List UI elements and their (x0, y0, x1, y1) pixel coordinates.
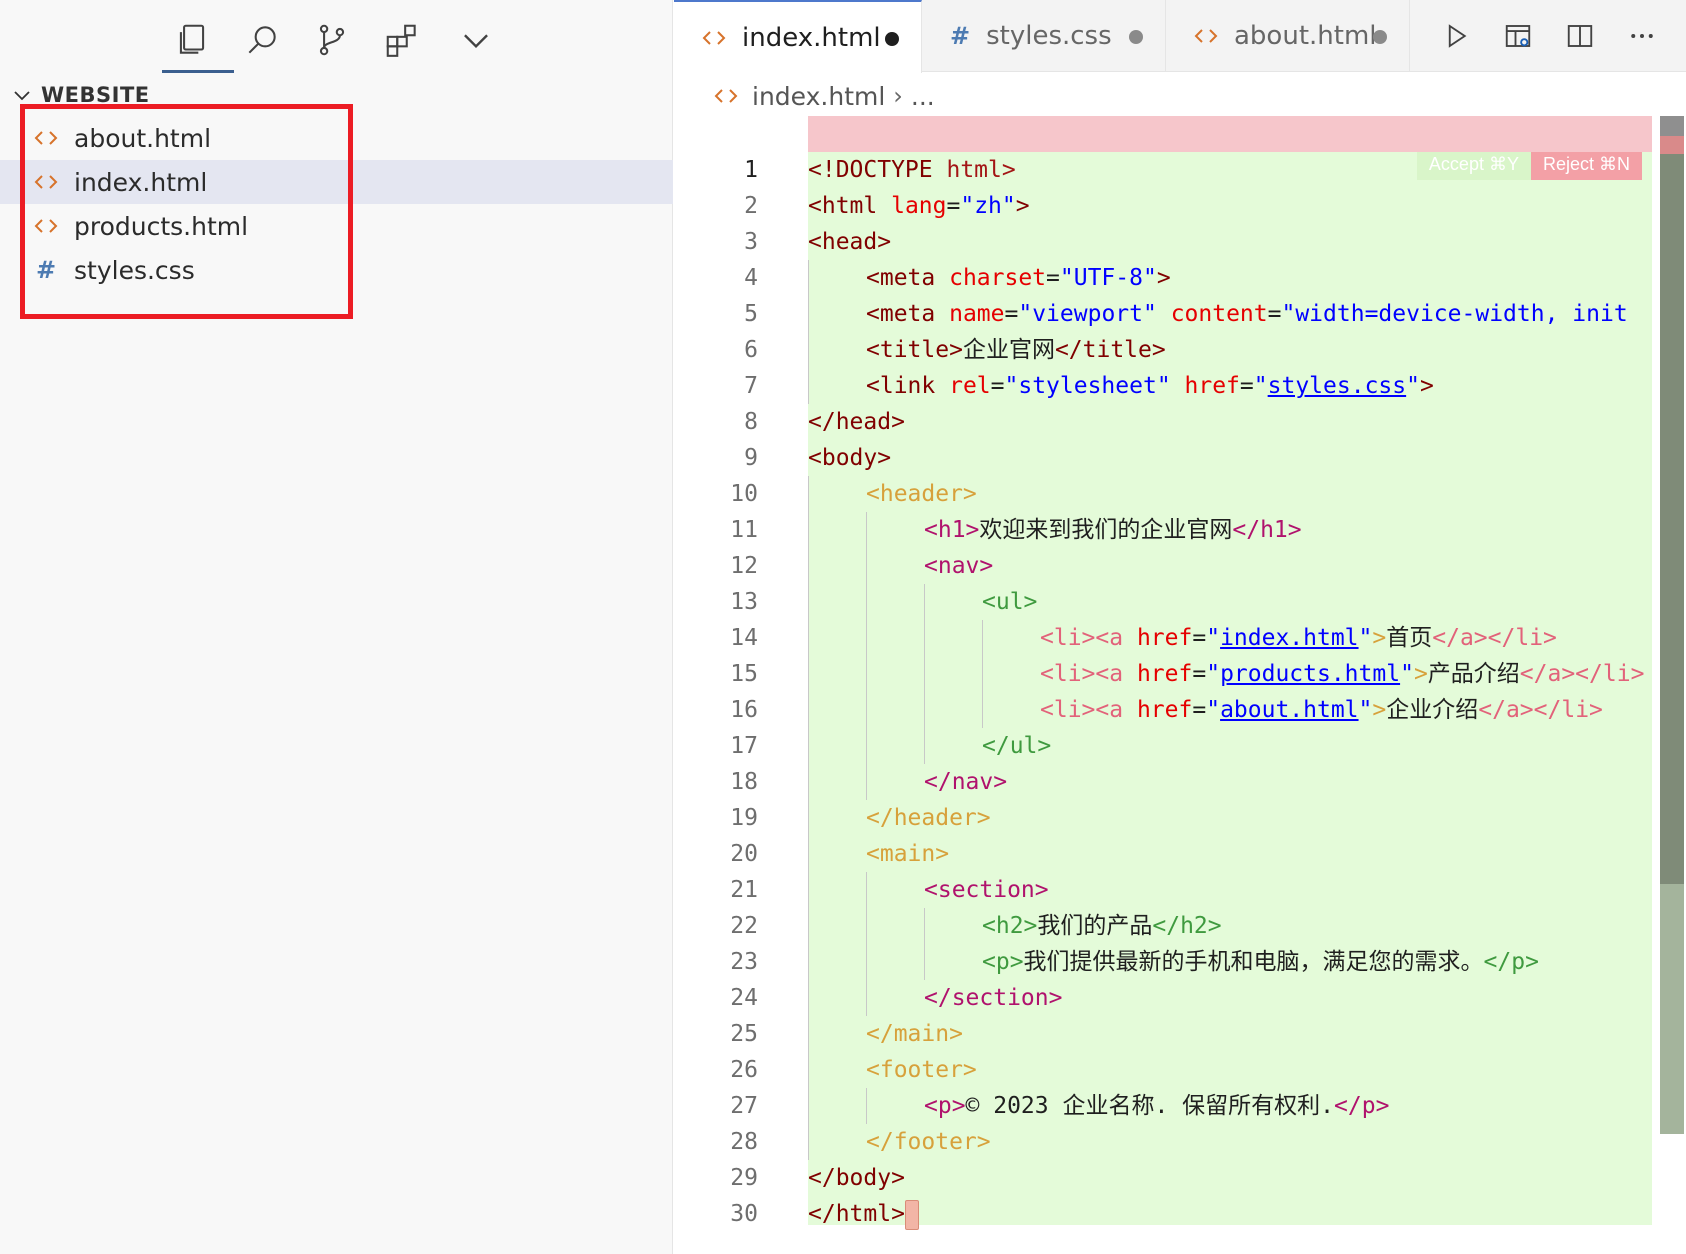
accept-button[interactable]: Accept ⌘Y (1416, 152, 1531, 180)
text-cursor (904, 1199, 919, 1230)
scroll-added-marker (1660, 884, 1684, 1134)
code-line: 6 <title>企业官网</title> (674, 332, 1686, 368)
tab-index[interactable]: index.html (674, 0, 922, 73)
reject-button[interactable]: Reject ⌘N (1530, 152, 1642, 180)
editor-tabs: index.html # styles.css about.html (674, 0, 1686, 73)
explorer-sidebar: WEBSITE about.html index.html products.h… (0, 0, 673, 1254)
explorer-icon[interactable] (162, 12, 234, 73)
code-line: 9 <body> (744, 445, 892, 471)
css-hash-icon: # (950, 22, 971, 50)
code-line: 21 <section> (674, 872, 1686, 908)
search-icon[interactable] (234, 12, 290, 68)
breadcrumb: index.html › ... (714, 76, 935, 116)
unsaved-dot-icon[interactable] (1129, 30, 1143, 44)
code-line: 8 </head> (744, 409, 905, 435)
code-line: 14 <li><a href="index.html">首页</a></li> (674, 620, 1686, 656)
html-icon (1194, 24, 1218, 48)
chevron-right-icon: › (893, 82, 903, 110)
split-editor-icon[interactable] (1560, 16, 1600, 56)
extensions-icon[interactable] (374, 12, 430, 68)
code-line: 7 <link rel="stylesheet" href="styles.css… (674, 368, 1686, 404)
scroll-overview-top (1660, 116, 1684, 136)
code-line: 13 <ul> (674, 584, 1686, 620)
activity-bar (0, 0, 673, 76)
preview-icon[interactable] (1498, 16, 1538, 56)
scrollbar-thumb[interactable] (1660, 154, 1684, 884)
code-line: 10 <header> (674, 476, 1686, 512)
tab-label: styles.css (986, 21, 1112, 51)
tab-styles[interactable]: # styles.css (922, 0, 1166, 72)
code-line: 23 <p>我们提供最新的手机和电脑，满足您的需求。</p> (674, 944, 1686, 980)
code-line: 12 <nav> (674, 548, 1686, 584)
code-line: 15 <li><a href="products.html">产品介绍</a></… (674, 656, 1686, 692)
code-line: 29 </body> (730, 1165, 905, 1191)
diff-deleted-region (808, 116, 1652, 152)
code-line: 30 </html> (674, 1196, 1686, 1232)
code-line: 4 <meta charset="UTF-8"> (674, 260, 1686, 296)
tab-label: index.html (742, 22, 881, 53)
html-icon (702, 26, 726, 50)
tab-label: about.html (1234, 21, 1377, 51)
code-line: 26 <footer> (674, 1052, 1686, 1088)
diff-actions: Accept ⌘Y Reject ⌘N (1416, 152, 1642, 180)
code-line: 2 <html lang="zh"> (744, 193, 1030, 219)
code-line: 22 <h2>我们的产品</h2> (674, 908, 1686, 944)
editor-area: index.html # styles.css about.html index… (674, 0, 1686, 1254)
highlight-annotation-box (20, 104, 353, 319)
chevron-down-icon[interactable] (448, 12, 504, 68)
unsaved-dot-icon[interactable] (885, 32, 899, 46)
code-line: 17 </ul> (674, 728, 1686, 764)
editor-actions (1436, 16, 1662, 56)
code-line: 11 <h1>欢迎来到我们的企业官网</h1> (674, 512, 1686, 548)
code-line: 3 <head> (744, 229, 892, 255)
code-line: 18 </nav> (674, 764, 1686, 800)
code-line: 20 <main> (674, 836, 1686, 872)
code-line: 16 <li><a href="about.html">企业介绍</a></li> (674, 692, 1686, 728)
code-editor[interactable]: 1 <!DOCTYPE html> 2 <html lang="zh"> 3 <hea… (674, 116, 1686, 1254)
breadcrumb-file[interactable]: index.html (752, 82, 885, 111)
tab-about[interactable]: about.html (1166, 0, 1410, 72)
code-line: 24 </section> (674, 980, 1686, 1016)
unsaved-dot-icon[interactable] (1373, 30, 1387, 44)
vertical-scrollbar[interactable] (1660, 116, 1684, 1254)
code-line: 27 <p>© 2023 企业名称. 保留所有权利.</p> (674, 1088, 1686, 1124)
scroll-deleted-marker (1660, 136, 1684, 154)
code-lines: 1 <!DOCTYPE html> 2 <html lang="zh"> 3 <hea… (674, 152, 1686, 1232)
breadcrumb-more[interactable]: ... (911, 82, 935, 111)
run-icon[interactable] (1436, 16, 1476, 56)
code-line: 5 <meta name="viewport" content="width=de… (674, 296, 1686, 332)
source-control-icon[interactable] (304, 12, 360, 68)
more-actions-icon[interactable] (1622, 16, 1662, 56)
code-line: 28 </footer> (674, 1124, 1686, 1160)
html-icon (714, 84, 738, 108)
code-line: 19 </header> (674, 800, 1686, 836)
code-line: 25 </main> (674, 1016, 1686, 1052)
